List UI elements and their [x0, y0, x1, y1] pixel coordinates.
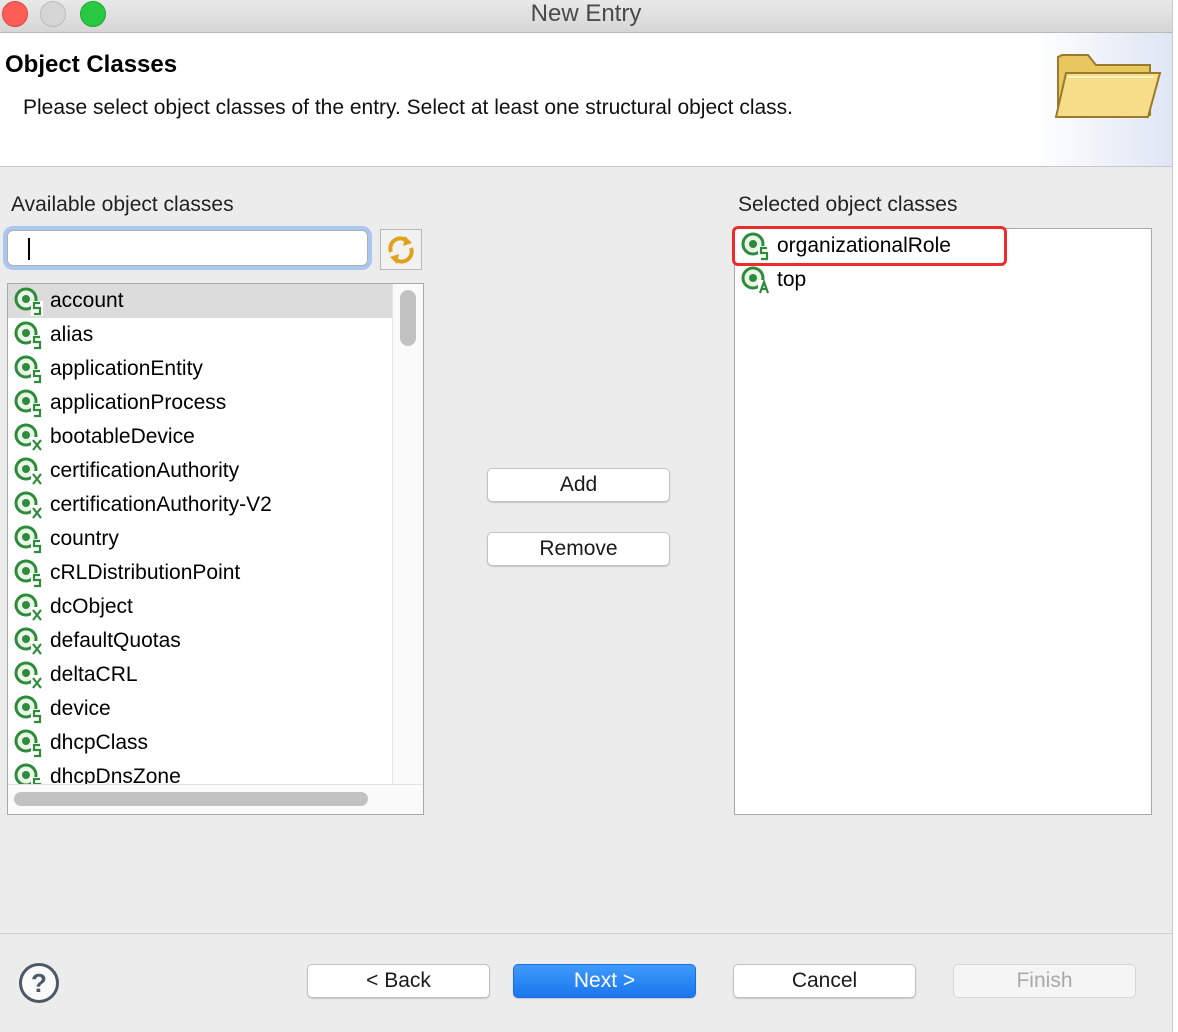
list-item-label: bootableDevice	[50, 425, 195, 448]
header-banner: Object Classes Please select object clas…	[0, 33, 1172, 167]
list-item-label: top	[777, 268, 807, 291]
abstract-class-icon	[741, 266, 770, 295]
list-item-label: device	[50, 697, 111, 720]
auxiliary-class-icon	[14, 457, 43, 486]
list-item-label: dhcpClass	[50, 731, 149, 754]
list-item[interactable]: dcObject	[8, 590, 392, 624]
refresh-icon	[388, 236, 414, 264]
cancel-button[interactable]: Cancel	[733, 964, 916, 998]
page-description: Please select object classes of the entr…	[23, 96, 793, 119]
list-item-label: dcObject	[50, 595, 133, 618]
selected-classes-list[interactable]: organizationalRole top	[734, 228, 1152, 815]
vertical-scrollbar-thumb[interactable]	[400, 290, 416, 346]
structural-class-icon	[14, 729, 43, 758]
structural-class-icon	[14, 525, 43, 554]
auxiliary-class-icon	[14, 491, 43, 520]
filter-input[interactable]	[7, 230, 368, 266]
window-title: New Entry	[530, 0, 642, 27]
list-item-label: applicationEntity	[50, 357, 203, 380]
list-item[interactable]: device	[8, 692, 392, 726]
list-item[interactable]: cRLDistributionPoint	[8, 556, 392, 590]
finish-button[interactable]: Finish	[953, 964, 1136, 998]
title-bar: New Entry	[0, 0, 1172, 33]
list-item-label: defaultQuotas	[50, 629, 181, 652]
page-title: Object Classes	[5, 51, 178, 78]
structural-class-icon	[14, 355, 43, 384]
list-item[interactable]: account	[8, 284, 392, 318]
structural-class-icon	[14, 695, 43, 724]
footer-divider	[0, 933, 1172, 934]
auxiliary-class-icon	[14, 423, 43, 452]
text-caret	[28, 238, 30, 260]
window-edge	[1172, 0, 1178, 1032]
list-item-label: country	[50, 527, 119, 550]
list-item[interactable]: dhcpClass	[8, 726, 392, 760]
structural-class-icon	[14, 559, 43, 588]
next-button[interactable]: Next >	[513, 964, 696, 998]
refresh-button[interactable]	[380, 229, 422, 270]
list-item-label: certificationAuthority	[50, 459, 240, 482]
list-item[interactable]: top	[735, 263, 1119, 297]
auxiliary-class-icon	[14, 593, 43, 622]
auxiliary-class-icon	[14, 627, 43, 656]
structural-class-icon	[14, 321, 43, 350]
vertical-scrollbar-track[interactable]	[392, 284, 423, 784]
list-item[interactable]: certificationAuthority-V2	[8, 488, 392, 522]
auxiliary-class-icon	[14, 661, 43, 690]
list-item[interactable]: bootableDevice	[8, 420, 392, 454]
available-classes-label: Available object classes	[11, 193, 234, 216]
list-item-label: certificationAuthority-V2	[50, 493, 272, 516]
annotation-highlight	[732, 226, 1007, 266]
list-item-label: cRLDistributionPoint	[50, 561, 241, 584]
list-item[interactable]: applicationEntity	[8, 352, 392, 386]
remove-button[interactable]: Remove	[487, 532, 670, 566]
list-item[interactable]: country	[8, 522, 392, 556]
structural-class-icon	[14, 287, 43, 316]
list-item[interactable]: defaultQuotas	[8, 624, 392, 658]
available-classes-list[interactable]: account alias applicationEntity application…	[7, 283, 424, 815]
list-item-label: alias	[50, 323, 94, 346]
structural-class-icon	[14, 389, 43, 418]
list-item-label: deltaCRL	[50, 663, 138, 686]
list-item[interactable]: deltaCRL	[8, 658, 392, 692]
list-item-label: applicationProcess	[50, 391, 227, 414]
folder-icon	[1054, 54, 1162, 118]
list-item[interactable]: applicationProcess	[8, 386, 392, 420]
list-item[interactable]: alias	[8, 318, 392, 352]
selected-classes-label: Selected object classes	[738, 193, 958, 216]
add-button[interactable]: Add	[487, 468, 670, 502]
list-item[interactable]: certificationAuthority	[8, 454, 392, 488]
list-item-label: account	[50, 289, 124, 312]
help-button[interactable]: ?	[19, 963, 59, 1003]
back-button[interactable]: < Back	[307, 964, 490, 998]
horizontal-scrollbar-thumb[interactable]	[14, 792, 368, 806]
